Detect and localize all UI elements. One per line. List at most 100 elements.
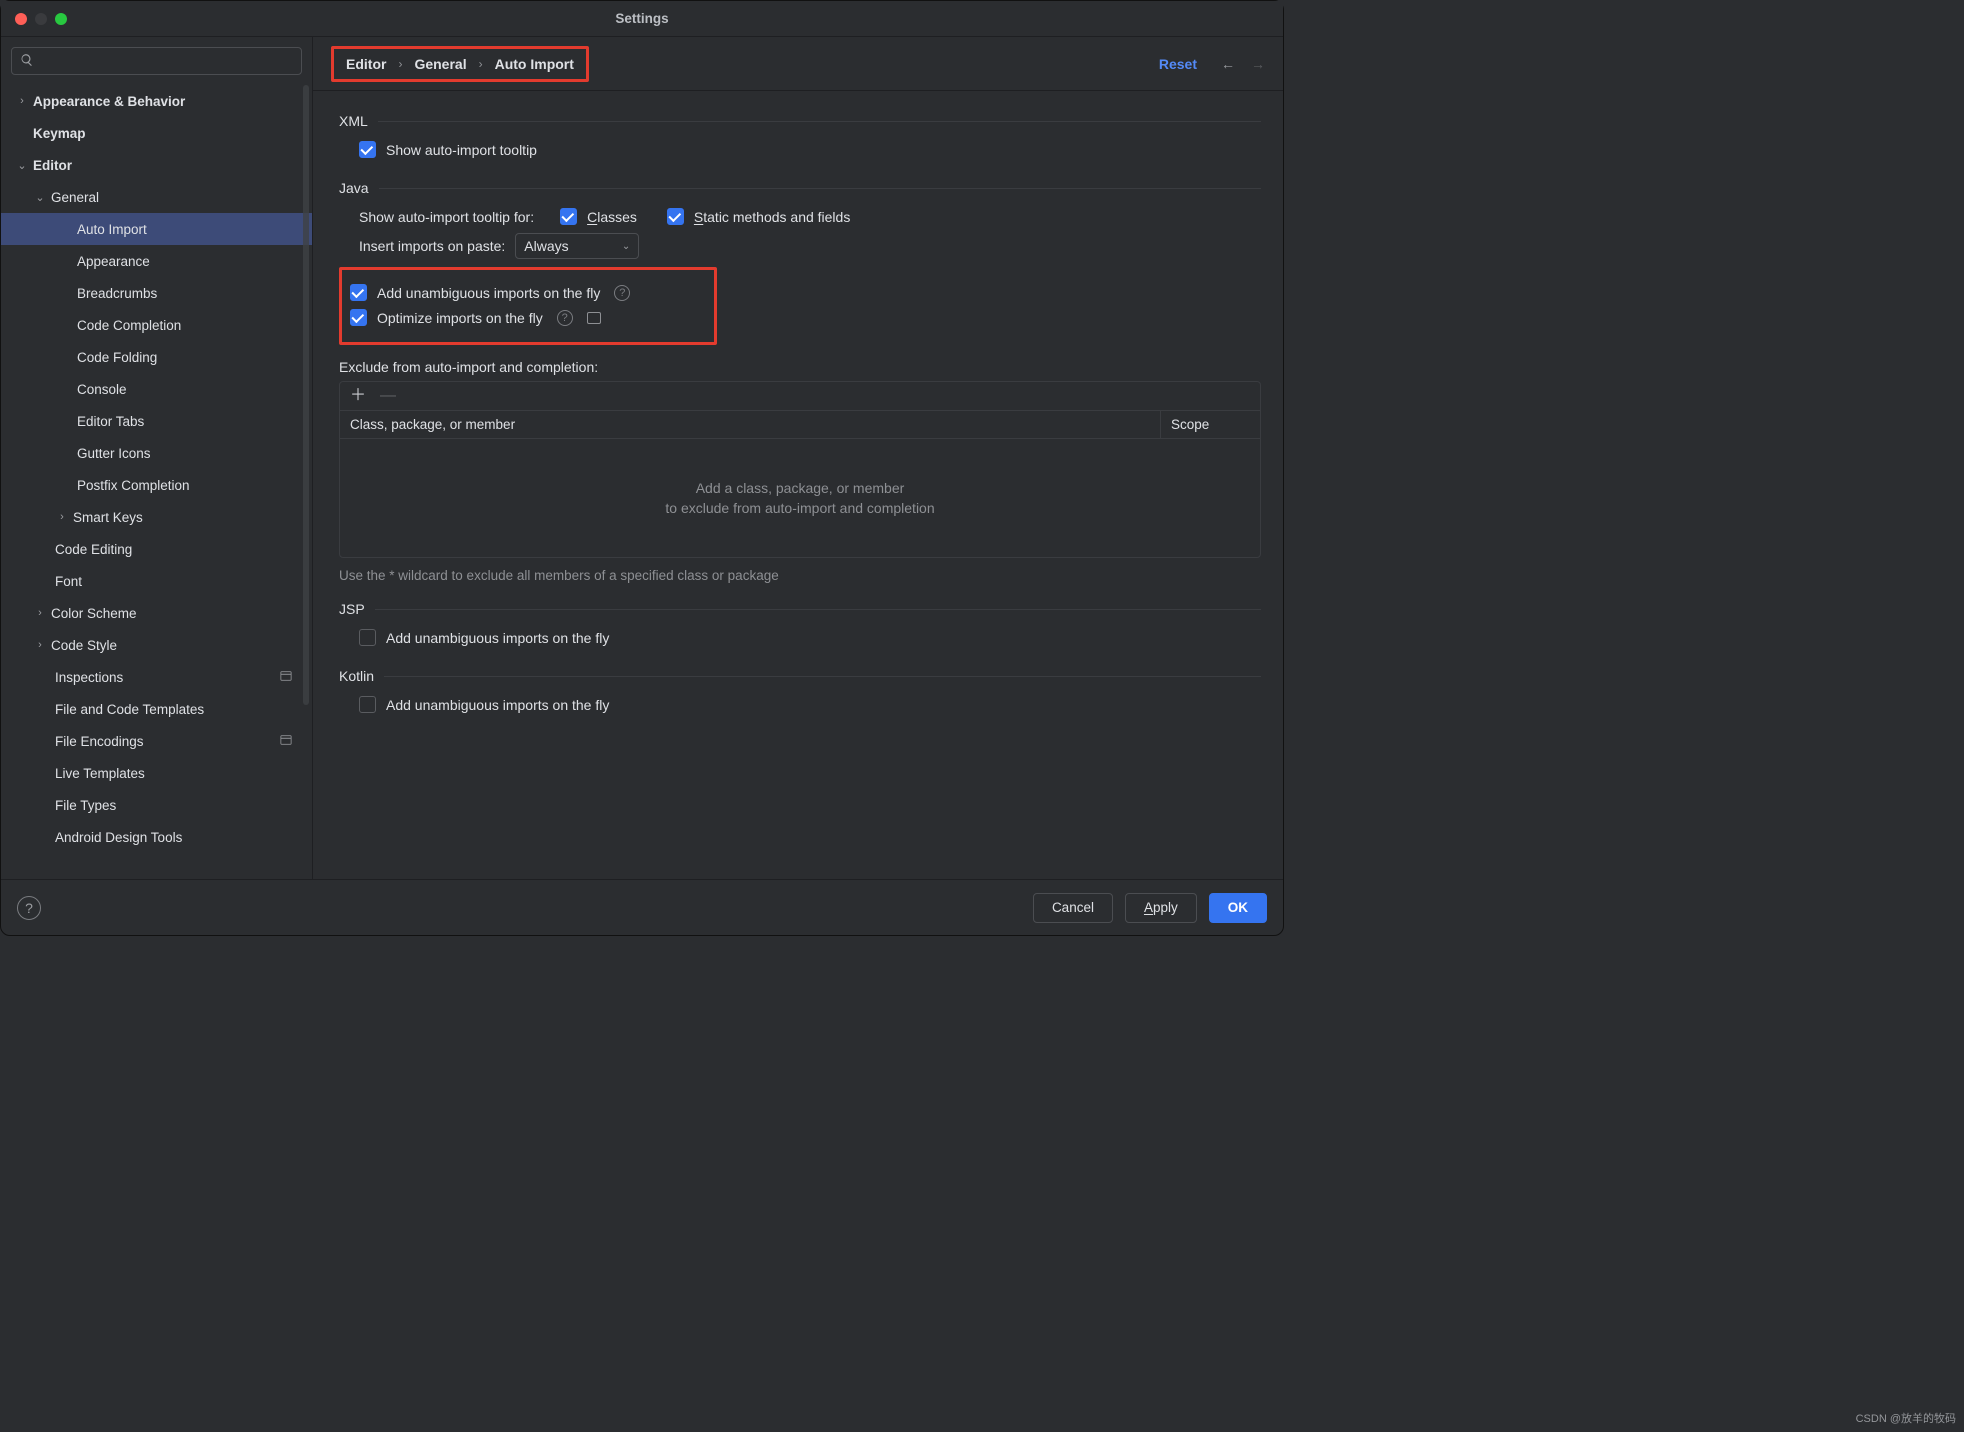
sidebar-item-label: Postfix Completion (75, 478, 190, 493)
sidebar-item-label: Gutter Icons (75, 446, 151, 461)
breadcrumb-auto-import[interactable]: Auto Import (495, 56, 574, 72)
sidebar-item-label: Appearance & Behavior (31, 94, 185, 109)
scope-icon (280, 734, 292, 749)
chevron-right-icon: › (31, 639, 49, 651)
sidebar-item-label: Smart Keys (71, 510, 143, 525)
sidebar-item-android-design-tools[interactable]: Android Design Tools (1, 821, 312, 853)
search-icon (20, 53, 34, 70)
sidebar-item-font[interactable]: Font (1, 565, 312, 597)
breadcrumb: Editor › General › Auto Import (331, 46, 589, 82)
sidebar-item-label: Appearance (75, 254, 150, 269)
column-class: Class, package, or member (340, 411, 1160, 438)
sidebar-item-code-style[interactable]: ›Code Style (1, 629, 312, 661)
ok-button[interactable]: OK (1209, 893, 1267, 923)
help-button[interactable]: ? (17, 896, 41, 920)
back-arrow-icon[interactable]: ← (1221, 56, 1235, 72)
section-label: Kotlin (339, 668, 374, 684)
sidebar-item-live-templates[interactable]: Live Templates (1, 757, 312, 789)
sidebar-item-file-code-templates[interactable]: File and Code Templates (1, 693, 312, 725)
watermark: CSDN @放羊的牧码 (1856, 1410, 1956, 1426)
sidebar: ›Appearance & Behavior Keymap ⌄Editor ⌄G… (1, 37, 313, 879)
footer: ? Cancel Apply OK (1, 879, 1283, 935)
search-field[interactable] (40, 54, 293, 69)
sidebar-item-inspections[interactable]: Inspections (1, 661, 312, 693)
select-value: Always (524, 238, 568, 254)
chevron-right-icon: › (31, 607, 49, 619)
add-button[interactable]: ＋ (350, 388, 366, 404)
xml-show-tooltip-checkbox[interactable]: Show auto-import tooltip (359, 141, 1261, 158)
sidebar-item-editor-tabs[interactable]: Editor Tabs (1, 405, 312, 437)
checkbox-icon[interactable] (359, 629, 376, 646)
sidebar-item-general[interactable]: ⌄General (1, 181, 312, 213)
section-label: XML (339, 113, 368, 129)
sidebar-item-smart-keys[interactable]: ›Smart Keys (1, 501, 312, 533)
highlighted-options: Add unambiguous imports on the fly ? Opt… (339, 267, 717, 345)
search-input[interactable] (11, 47, 302, 75)
topbar: Editor › General › Auto Import Reset ← → (313, 37, 1283, 91)
java-tooltip-for-row: Show auto-import tooltip for: Classes St… (359, 208, 1261, 225)
static-checkbox[interactable] (667, 208, 684, 225)
sidebar-item-label: Live Templates (53, 766, 145, 781)
classes-label: Classes (587, 209, 637, 225)
nav-arrows: ← → (1221, 56, 1265, 72)
sidebar-item-keymap[interactable]: Keymap (1, 117, 312, 149)
static-label: Static methods and fields (694, 209, 850, 225)
sidebar-item-label: Code Folding (75, 350, 157, 365)
apply-button[interactable]: Apply (1125, 893, 1197, 923)
checkbox-label: Optimize imports on the fly (377, 310, 543, 326)
optimize-imports-checkbox[interactable]: Optimize imports on the fly ? (350, 309, 706, 326)
breadcrumb-editor[interactable]: Editor (346, 56, 386, 72)
scope-icon (280, 670, 292, 685)
insert-imports-select[interactable]: Always ⌄ (515, 233, 639, 259)
sidebar-item-code-completion[interactable]: Code Completion (1, 309, 312, 341)
kotlin-add-unambiguous-checkbox[interactable]: Add unambiguous imports on the fly (359, 696, 1261, 713)
sidebar-item-label: Code Completion (75, 318, 181, 333)
sidebar-item-postfix-completion[interactable]: Postfix Completion (1, 469, 312, 501)
chevron-right-icon: › (53, 511, 71, 523)
sidebar-item-editor[interactable]: ⌄Editor (1, 149, 312, 181)
sidebar-item-color-scheme[interactable]: ›Color Scheme (1, 597, 312, 629)
checkbox-label: Add unambiguous imports on the fly (386, 697, 609, 713)
checkbox-icon[interactable] (350, 309, 367, 326)
add-unambiguous-checkbox[interactable]: Add unambiguous imports on the fly ? (350, 284, 706, 301)
sidebar-item-file-encodings[interactable]: File Encodings (1, 725, 312, 757)
remove-button: — (380, 388, 396, 404)
checkbox-label: Show auto-import tooltip (386, 142, 537, 158)
sidebar-item-code-folding[interactable]: Code Folding (1, 341, 312, 373)
content[interactable]: XML Show auto-import tooltip Java Show a… (313, 91, 1283, 879)
exclude-empty: Add a class, package, or member to exclu… (340, 439, 1260, 557)
sidebar-item-code-editing[interactable]: Code Editing (1, 533, 312, 565)
sidebar-item-console[interactable]: Console (1, 373, 312, 405)
sidebar-item-appearance[interactable]: Appearance (1, 245, 312, 277)
sidebar-item-appearance-behavior[interactable]: ›Appearance & Behavior (1, 85, 312, 117)
sidebar-scrollbar[interactable] (303, 85, 309, 705)
empty-line-2: to exclude from auto-import and completi… (665, 500, 934, 516)
help-icon[interactable]: ? (557, 310, 573, 326)
sidebar-item-label: File Types (53, 798, 116, 813)
sidebar-item-label: Font (53, 574, 82, 589)
help-icon[interactable]: ? (614, 285, 630, 301)
sidebar-item-label: Breadcrumbs (75, 286, 157, 301)
sidebar-item-auto-import[interactable]: Auto Import (1, 213, 312, 245)
sidebar-item-breadcrumbs[interactable]: Breadcrumbs (1, 277, 312, 309)
checkbox-icon[interactable] (359, 696, 376, 713)
sidebar-item-label: Code Editing (53, 542, 132, 557)
settings-tree[interactable]: ›Appearance & Behavior Keymap ⌄Editor ⌄G… (1, 81, 312, 879)
field-label: Insert imports on paste: (359, 238, 505, 254)
sidebar-item-label: Console (75, 382, 127, 397)
sidebar-item-file-types[interactable]: File Types (1, 789, 312, 821)
body: ›Appearance & Behavior Keymap ⌄Editor ⌄G… (1, 37, 1283, 879)
sidebar-item-gutter-icons[interactable]: Gutter Icons (1, 437, 312, 469)
exclude-table: ＋ — Class, package, or member Scope Add … (339, 381, 1261, 558)
checkbox-icon[interactable] (350, 284, 367, 301)
checkbox-label: Add unambiguous imports on the fly (377, 285, 600, 301)
jsp-add-unambiguous-checkbox[interactable]: Add unambiguous imports on the fly (359, 629, 1261, 646)
reset-button[interactable]: Reset (1159, 56, 1197, 72)
classes-checkbox[interactable] (560, 208, 577, 225)
checkbox-icon[interactable] (359, 141, 376, 158)
cancel-button[interactable]: Cancel (1033, 893, 1113, 923)
sidebar-item-label: Editor (31, 158, 72, 173)
titlebar: Settings (1, 1, 1283, 37)
breadcrumb-general[interactable]: General (414, 56, 466, 72)
scope-icon (587, 312, 601, 324)
